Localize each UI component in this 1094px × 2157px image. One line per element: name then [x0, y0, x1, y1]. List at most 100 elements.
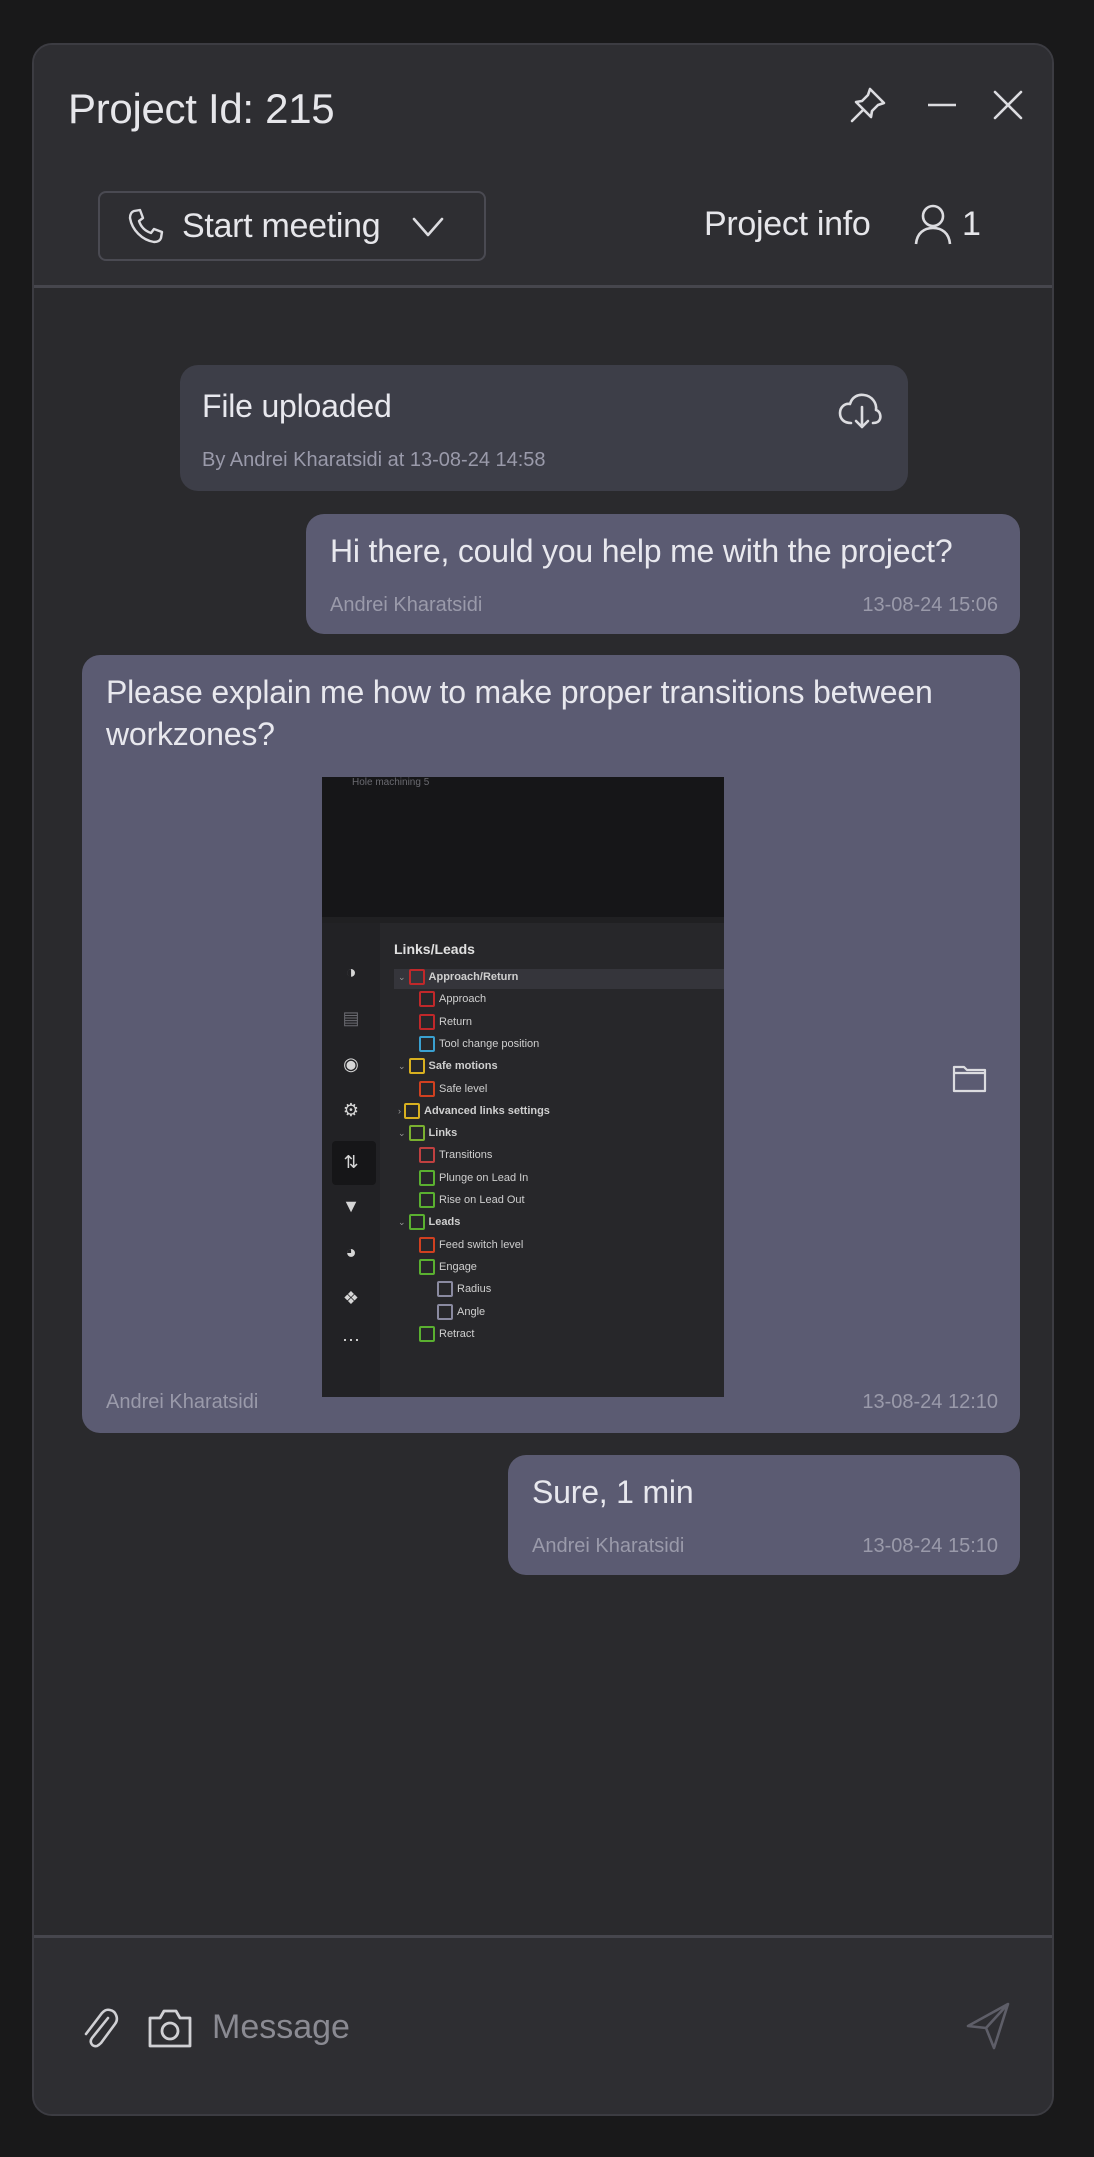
minimize-icon	[928, 103, 956, 107]
tree-item-icon	[408, 969, 425, 985]
project-info-link[interactable]: Project info	[704, 205, 871, 244]
rail-icon: ▼	[342, 1196, 360, 1216]
message-bubble-with-image[interactable]: Please explain me how to make proper tra…	[82, 655, 1020, 1433]
file-uploaded-message[interactable]: File uploaded By Andrei Kharatsidi at 13…	[180, 365, 908, 491]
start-meeting-button[interactable]: Start meeting	[98, 191, 486, 261]
tree-item-label: Rise on Lead Out	[439, 1193, 525, 1206]
tree-item-label: Return	[439, 1015, 473, 1028]
tree-item-label: Angle	[457, 1305, 486, 1318]
chat-header: Project Id: 215 Start meeting Project in…	[34, 45, 1052, 288]
tree-item-label: Feed switch level	[439, 1238, 524, 1251]
tree-item-label: Approach/Return	[428, 970, 519, 983]
rail-icon: ▤	[342, 1008, 360, 1028]
attached-image-panel-title: Links/Leads	[394, 941, 475, 957]
tree-row: Rise on Lead Out	[394, 1192, 724, 1212]
tree-item-label: Tool change position	[439, 1037, 540, 1050]
tree-row: ⌄ Leads	[394, 1214, 724, 1234]
tree-item-icon	[408, 1058, 425, 1075]
rail-icon: ❖	[342, 1288, 360, 1308]
start-meeting-label: Start meeting	[182, 206, 381, 245]
message-text: Please explain me how to make proper tra…	[106, 674, 933, 752]
tree-item-icon	[419, 1325, 435, 1342]
tree-row: ⌄ Approach/Return	[394, 969, 724, 989]
tree-item-label: Retract	[439, 1327, 475, 1340]
chevron-down-icon[interactable]	[410, 208, 446, 244]
rail-icon: ◕	[345, 1242, 357, 1262]
tree-caret-icon: ⌄	[398, 1061, 406, 1072]
tree-caret-icon: ⌄	[398, 971, 406, 982]
tree-item-icon	[419, 1236, 435, 1253]
tree-item-icon	[419, 1080, 435, 1097]
tree-row: Safe level10 mm	[394, 1080, 724, 1101]
participants-button[interactable]: 1	[912, 201, 981, 247]
message-composer	[34, 1935, 1052, 2114]
participants-count: 1	[962, 204, 981, 243]
camera-icon[interactable]	[146, 2006, 194, 2050]
message-author: Andrei Kharatsidi	[532, 1535, 685, 1557]
message-text: Sure, 1 min	[532, 1474, 694, 1510]
tree-row: ReturnZ, XY →	[394, 1013, 724, 1034]
tree-item-label: Approach	[439, 993, 487, 1006]
window-title: Project Id: 215	[68, 85, 335, 132]
cloud-download-icon[interactable]	[836, 389, 884, 433]
message-time: 13-08-24 15:10	[862, 1535, 998, 1557]
tree-item-icon	[408, 1214, 425, 1231]
message-bubble[interactable]: Hi there, could you help me with the pro…	[306, 514, 1020, 634]
message-time: 13-08-24 15:06	[862, 594, 998, 616]
tree-item-label: Links	[428, 1127, 458, 1139]
rail-icon: ⋯	[342, 1330, 360, 1350]
attached-image-top-row: Hole machining 5	[352, 777, 430, 788]
paperclip-icon[interactable]	[78, 2004, 122, 2052]
tree-caret-icon: ›	[398, 1105, 401, 1116]
tree-item-label: Safe motions	[428, 1060, 498, 1073]
tree-item-icon	[419, 1169, 435, 1186]
tree-item-label: Transitions	[439, 1149, 493, 1162]
file-uploaded-title: File uploaded	[202, 388, 392, 424]
tree-item-label: Advanced links settings	[424, 1104, 550, 1117]
tree-item-label: Radius	[457, 1283, 492, 1296]
tree-row: Plunge on Lead In	[394, 1169, 724, 1190]
rail-icon: ⚙	[342, 1100, 360, 1120]
message-author: Andrei Kharatsidi	[106, 1391, 259, 1413]
tree-caret-icon: ⌄	[398, 1128, 406, 1138]
message-list[interactable]: File uploaded By Andrei Kharatsidi at 13…	[34, 288, 1052, 1936]
file-uploaded-meta: By Andrei Kharatsidi at 13-08-24 14:58	[202, 449, 546, 471]
rail-icon: ⇅	[343, 1152, 359, 1172]
attached-image-panel: ◑ ▤ ◉ ⚙ ⇅ ▼ ◕ ❖ ⋯ Links/Leads ⌄ Approach/…	[322, 917, 724, 1397]
phone-icon	[128, 208, 164, 244]
tree-item-icon	[419, 991, 435, 1008]
minimize-button[interactable]	[920, 83, 964, 127]
user-icon	[914, 204, 952, 245]
tree-item-icon	[419, 1013, 435, 1030]
message-input[interactable]	[210, 1996, 914, 2058]
pin-button[interactable]	[846, 83, 890, 127]
tree-caret-icon: ⌄	[398, 1217, 406, 1228]
tree-row: Feed switch level100 %	[394, 1236, 724, 1257]
tree-row: Tool change positionFrom P	[394, 1035, 724, 1056]
message-time: 13-08-24 12:10	[862, 1391, 998, 1413]
rail-icon: ◑	[345, 962, 357, 982]
chat-window: Project Id: 215 Start meeting Project in…	[32, 43, 1054, 2116]
tree-item-icon	[408, 1125, 425, 1142]
tree-item-label: Leads	[428, 1216, 461, 1229]
tree-row: ⌄ Links	[394, 1125, 724, 1145]
folder-icon[interactable]	[952, 1063, 988, 1093]
send-icon[interactable]	[964, 2000, 1012, 2052]
message-author: Andrei Kharatsidi	[330, 594, 483, 616]
tree-row: Radius1.4 mm	[394, 1281, 724, 1301]
tree-row: Angle180 °	[394, 1303, 724, 1324]
attached-image[interactable]: Hole machining 5 ◑ ▤ ◉ ⚙ ⇅ ▼ ◕ ❖ ⋯ Links…	[322, 777, 724, 1397]
tree-row: ApproachXY, Z →	[394, 991, 724, 1011]
close-button[interactable]	[986, 83, 1030, 127]
tree-item-label: Safe level	[439, 1082, 488, 1095]
tree-item-icon	[419, 1192, 435, 1208]
rail-icon: ◉	[343, 1054, 359, 1074]
tree-item-icon	[419, 1147, 435, 1164]
message-bubble[interactable]: Sure, 1 min Andrei Kharatsidi 13-08-24 1…	[508, 1455, 1020, 1575]
tree-item-label: Plunge on Lead In	[439, 1171, 529, 1184]
pin-icon	[850, 87, 886, 123]
tree-row: ⌄ Safe motions	[394, 1058, 724, 1078]
tree-item-label: Engage	[439, 1260, 477, 1273]
tree-item-icon	[419, 1258, 435, 1275]
tree-item-icon	[419, 1035, 435, 1052]
